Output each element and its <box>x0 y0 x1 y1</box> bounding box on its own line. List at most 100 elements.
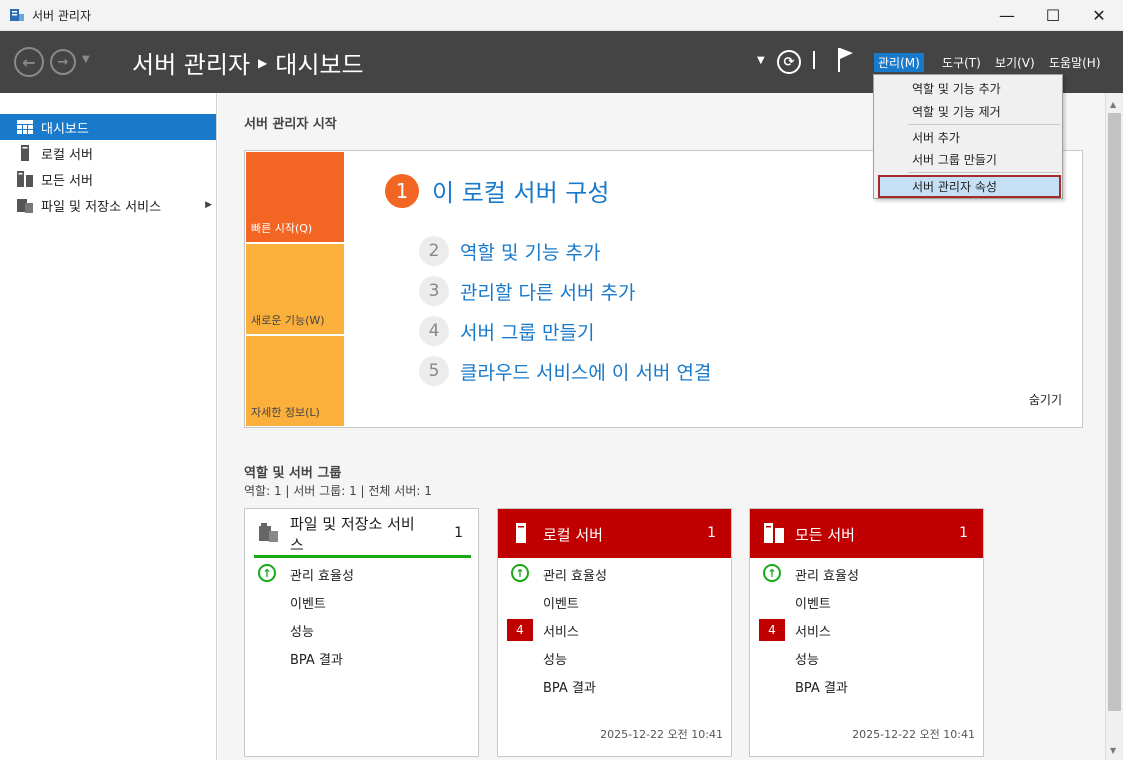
refresh-button[interactable]: ⟳ <box>777 50 801 74</box>
server-manager-app-icon <box>10 9 24 21</box>
menu-manage[interactable]: 관리(M) <box>874 53 924 72</box>
close-button[interactable]: ✕ <box>1076 0 1122 31</box>
scroll-up-icon[interactable]: ▲ <box>1110 100 1116 109</box>
sidebar-item-label: 파일 및 저장소 서비스 <box>41 199 162 215</box>
sidebar-item-label: 대시보드 <box>41 121 89 137</box>
card-count: 1 <box>454 525 463 541</box>
menu-item-add-servers[interactable]: 서버 추가 <box>912 129 960 146</box>
step-label: 관리할 다른 서버 추가 <box>460 281 636 304</box>
ok-arrow-icon: ↑ <box>763 564 781 582</box>
step-label: 역할 및 기능 추가 <box>460 241 601 264</box>
all-servers-icon <box>764 523 784 543</box>
ok-arrow-icon: ↑ <box>511 564 529 582</box>
roles-stats: 역할: 1 | 서버 그룹: 1 | 전체 서버: 1 <box>244 484 432 498</box>
status-ok-bar <box>254 555 471 558</box>
sidebar-item-dashboard[interactable]: 대시보드 <box>0 114 216 140</box>
welcome-section-title: 서버 관리자 시작 <box>244 117 337 132</box>
manage-menu-dropdown: 역할 및 기능 추가 역할 및 기능 제거 서버 추가 서버 그룹 만들기 서버… <box>873 74 1063 199</box>
menu-item-remove-roles[interactable]: 역할 및 기능 제거 <box>912 103 1001 120</box>
step-number: 5 <box>419 356 449 386</box>
card-title: 모든 서버 <box>795 526 855 544</box>
step-number: 4 <box>419 316 449 346</box>
maximize-button[interactable]: ☐ <box>1030 0 1076 31</box>
menu-help[interactable]: 도움말(H) <box>1045 53 1105 72</box>
menu-separator <box>908 124 1060 125</box>
card-timestamp: 2025-12-22 오전 10:41 <box>600 728 723 741</box>
card-row-performance[interactable]: 성능 <box>290 621 314 640</box>
card-header[interactable]: 로컬 서버 1 <box>498 509 731 558</box>
sidebar: 대시보드 로컬 서버 모든 서버 파일 및 저장소 서비스 ▶ <box>0 93 217 760</box>
sidebar-item-all-servers[interactable]: 모든 서버 <box>0 166 216 192</box>
forward-button[interactable]: → <box>50 49 76 75</box>
card-row-bpa[interactable]: BPA 결과 <box>543 677 596 696</box>
minimize-button[interactable]: — <box>984 0 1030 31</box>
breadcrumb-separator-icon: ▶ <box>258 56 268 70</box>
create-server-group-link[interactable]: 4 서버 그룹 만들기 <box>419 316 594 346</box>
add-servers-link[interactable]: 3 관리할 다른 서버 추가 <box>419 276 635 306</box>
local-server-icon <box>516 523 526 543</box>
history-dropdown-icon[interactable]: ▼ <box>82 54 90 65</box>
refresh-icon: ⟳ <box>783 54 795 70</box>
vertical-scrollbar[interactable]: ▲ ▼ <box>1105 93 1123 760</box>
sidebar-item-label: 로컬 서버 <box>41 147 93 163</box>
card-title: 파일 및 저장소 서비 스 <box>290 515 415 554</box>
card-row-manageability[interactable]: 관리 효율성 <box>543 565 607 584</box>
connect-cloud-link[interactable]: 5 클라우드 서비스에 이 서버 연결 <box>419 356 711 386</box>
card-row-bpa[interactable]: BPA 결과 <box>290 649 343 668</box>
card-row-bpa[interactable]: BPA 결과 <box>795 677 848 696</box>
menu-item-create-server-group[interactable]: 서버 그룹 만들기 <box>912 151 997 168</box>
card-row-manageability[interactable]: 관리 효율성 <box>795 565 859 584</box>
file-storage-icon <box>259 523 278 542</box>
configure-local-server-link[interactable]: 1 이 로컬 서버 구성 <box>385 173 609 208</box>
scroll-thumb[interactable] <box>1108 113 1121 711</box>
menu-tools[interactable]: 도구(T) <box>938 53 985 72</box>
card-row-events[interactable]: 이벤트 <box>290 593 326 612</box>
services-alert-badge: 4 <box>759 619 785 641</box>
notifications-flag-icon[interactable] <box>836 47 854 73</box>
file-storage-icon <box>17 197 33 213</box>
card-count: 1 <box>959 525 968 541</box>
learn-more-tile[interactable]: 자세한 정보(L) <box>246 336 344 426</box>
sidebar-item-file-storage[interactable]: 파일 및 저장소 서비스 ▶ <box>0 192 216 218</box>
card-row-events[interactable]: 이벤트 <box>795 593 831 612</box>
step-label: 클라우드 서비스에 이 서버 연결 <box>460 361 712 384</box>
card-title: 로컬 서버 <box>543 526 603 544</box>
breadcrumb: 서버 관리자 ▶ 대시보드 <box>132 45 364 80</box>
card-header[interactable]: 파일 및 저장소 서비 스 1 <box>245 509 478 558</box>
refresh-dropdown-icon[interactable]: ▼ <box>757 55 765 66</box>
step-label: 서버 그룹 만들기 <box>460 321 595 344</box>
window-title: 서버 관리자 <box>32 9 92 23</box>
menu-item-server-manager-properties[interactable]: 서버 관리자 속성 <box>912 178 997 195</box>
back-button[interactable]: ← <box>14 47 44 77</box>
quick-start-tile[interactable]: 빠른 시작(Q) <box>246 152 344 242</box>
menu-separator <box>908 172 1060 173</box>
tile-label: 빠른 시작(Q) <box>251 222 313 235</box>
dashboard-icon <box>17 119 33 135</box>
expand-arrow-icon[interactable]: ▶ <box>205 200 212 210</box>
whats-new-tile[interactable]: 새로운 기능(W) <box>246 244 344 334</box>
local-server-icon <box>17 145 33 161</box>
card-row-performance[interactable]: 성능 <box>795 649 819 668</box>
card-row-services[interactable]: 서비스 <box>795 621 831 640</box>
header-divider <box>813 51 815 69</box>
tile-label: 새로운 기능(W) <box>251 314 325 327</box>
card-header[interactable]: 모든 서버 1 <box>750 509 983 558</box>
card-row-events[interactable]: 이벤트 <box>543 593 579 612</box>
all-servers-icon <box>17 171 33 187</box>
add-roles-link[interactable]: 2 역할 및 기능 추가 <box>419 236 600 266</box>
file-storage-card[interactable]: 파일 및 저장소 서비 스 1 ↑ 관리 효율성 이벤트 성능 BPA 결과 <box>244 508 479 757</box>
breadcrumb-page: 대시보드 <box>275 51 364 79</box>
hide-link[interactable]: 숨기기 <box>1029 391 1062 408</box>
card-row-manageability[interactable]: 관리 효율성 <box>290 565 354 584</box>
menu-view[interactable]: 보기(V) <box>991 53 1039 72</box>
card-row-performance[interactable]: 성능 <box>543 649 567 668</box>
local-server-card[interactable]: 로컬 서버 1 ↑ 관리 효율성 이벤트 4 서비스 성능 BPA 결과 202… <box>497 508 732 757</box>
step-number: 1 <box>385 173 419 208</box>
sidebar-item-local-server[interactable]: 로컬 서버 <box>0 140 216 166</box>
all-servers-card[interactable]: 모든 서버 1 ↑ 관리 효율성 이벤트 4 서비스 성능 BPA 결과 202… <box>749 508 984 757</box>
scroll-down-icon[interactable]: ▼ <box>1110 746 1116 755</box>
card-row-services[interactable]: 서비스 <box>543 621 579 640</box>
breadcrumb-app: 서버 관리자 <box>132 51 251 79</box>
menu-item-add-roles[interactable]: 역할 및 기능 추가 <box>912 80 1001 97</box>
services-alert-badge: 4 <box>507 619 533 641</box>
